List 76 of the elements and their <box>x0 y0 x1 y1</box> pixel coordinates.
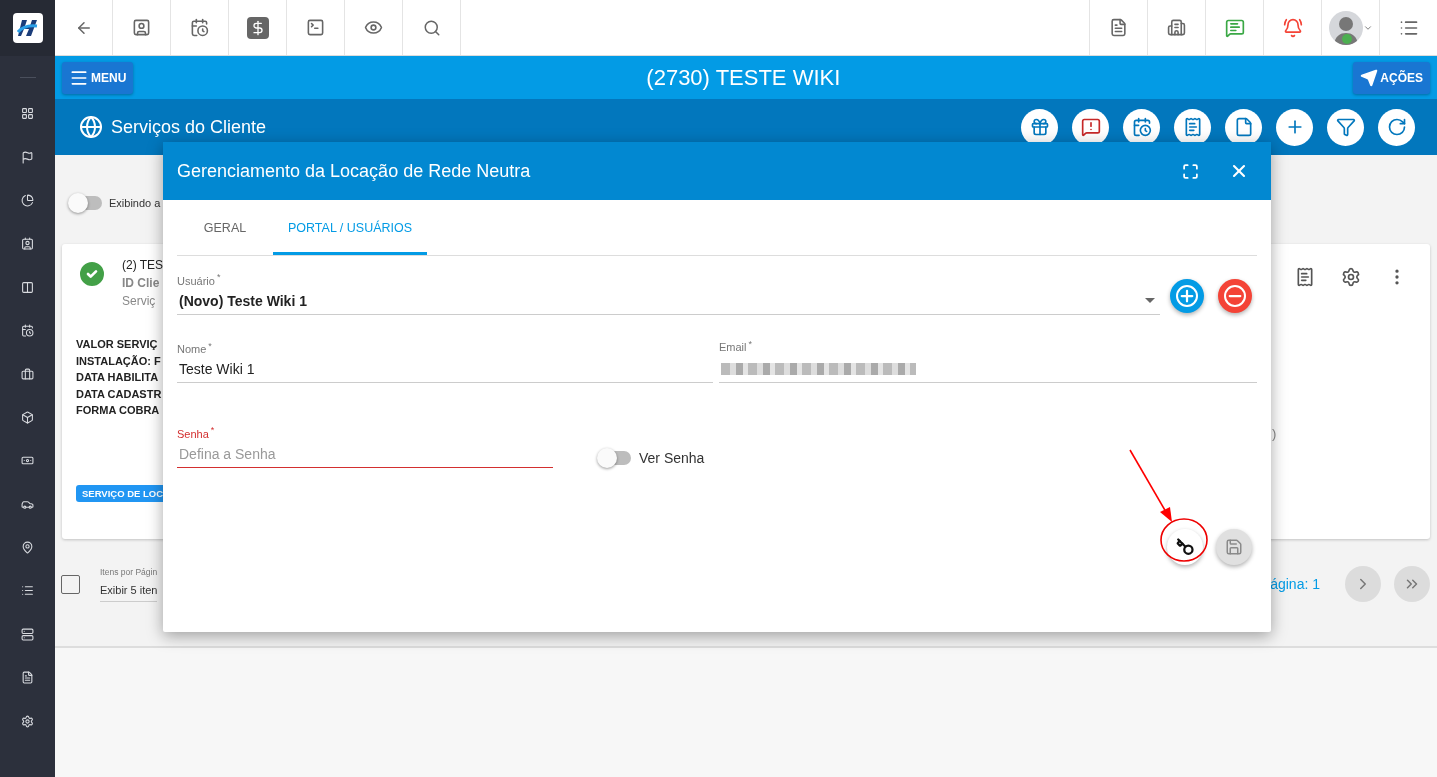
key-button[interactable] <box>1167 528 1203 565</box>
sidebar-nav-icon[interactable] <box>21 410 34 424</box>
eye-icon[interactable] <box>364 18 383 37</box>
refresh-icon <box>1386 117 1407 137</box>
gift-icon <box>1029 117 1050 137</box>
annotation-circle <box>1160 518 1208 562</box>
toolbar-round-button[interactable] <box>1327 108 1364 146</box>
sidebar-nav-icon[interactable] <box>21 584 34 598</box>
app-logo[interactable] <box>12 13 43 43</box>
sidebar-nav-icon[interactable] <box>21 280 34 294</box>
plus-circle-icon <box>1176 284 1198 307</box>
sidebar-nav-icon[interactable] <box>21 367 34 381</box>
add-user-button[interactable] <box>1170 278 1204 313</box>
select-all-checkbox[interactable] <box>61 574 80 594</box>
remove-user-button[interactable] <box>1218 278 1252 313</box>
name-field[interactable]: Nome$^{*}$ Teste Wiki 1 <box>177 340 713 384</box>
document-icon[interactable] <box>1295 267 1315 287</box>
calendar-clock-icon <box>1131 117 1152 137</box>
tab[interactable]: GERAL <box>177 203 273 255</box>
tab[interactable]: PORTAL / USUÁRIOS <box>273 203 428 255</box>
card-detail: FORMA COBRA <box>76 403 161 418</box>
sidebar-nav-icon[interactable] <box>21 193 34 207</box>
card-detail: INSTALAÇÃO: F <box>76 353 162 369</box>
card-id: ID Clie <box>122 276 161 290</box>
sidebar-nav-icon[interactable] <box>21 107 34 121</box>
items-per-page-select[interactable]: Exibir 5 iten <box>100 582 158 602</box>
card-title: (2) TES <box>122 258 164 272</box>
calendar-clock-icon[interactable] <box>190 18 209 37</box>
key-icon <box>1176 537 1194 556</box>
contact-card-icon[interactable] <box>132 18 151 37</box>
dropdown-caret-icon[interactable] <box>1145 298 1155 304</box>
card-text-fragment: ) <box>1272 426 1277 441</box>
sidebar-nav-icon[interactable] <box>21 237 34 251</box>
modal-title: Gerenciamento da Locação de Rede Neutra <box>177 160 532 182</box>
settings-icon[interactable] <box>1341 267 1361 287</box>
filter-icon <box>1335 117 1356 137</box>
sidebar-nav-icon[interactable] <box>21 627 34 641</box>
filter-toggle[interactable] <box>70 196 102 210</box>
user-select[interactable]: Usuário$^{*}$ (Novo) Teste Wiki 1 <box>177 272 1160 315</box>
globe-icon <box>79 115 103 139</box>
sidebar-nav-icon[interactable] <box>21 541 34 555</box>
receipt-icon <box>1182 117 1203 137</box>
toolbar-round-button[interactable] <box>1276 108 1313 146</box>
card-service: Serviç <box>122 294 157 308</box>
email-field[interactable]: Email$^{*}$ <box>719 338 1257 384</box>
alert-message-icon <box>1080 117 1101 137</box>
menu-button[interactable]: MENU <box>62 61 134 94</box>
page-title: (2730) TESTE WIKI <box>646 64 841 91</box>
page-indicator: ágina: 1 <box>1270 576 1320 592</box>
search-icon[interactable] <box>422 18 441 37</box>
card-detail: DATA HABILITA <box>76 370 160 385</box>
terminal-icon[interactable] <box>306 18 325 37</box>
toggle-label: Ver Senha <box>639 449 705 466</box>
sidebar-nav-icon[interactable] <box>21 714 34 728</box>
last-page-button[interactable] <box>1394 566 1430 602</box>
actions-button[interactable]: AÇÕES <box>1353 61 1430 94</box>
section-title: Serviços do Cliente <box>111 116 268 138</box>
toolbar-round-button[interactable] <box>1378 108 1415 146</box>
show-password-toggle[interactable] <box>599 450 631 465</box>
save-icon <box>1225 537 1243 556</box>
send-icon <box>1360 68 1379 87</box>
bell-icon[interactable] <box>1282 17 1303 38</box>
card-detail: VALOR SERVIÇ <box>76 337 159 352</box>
password-field[interactable]: Defina a Senha <box>177 445 553 468</box>
sidebar-nav-icon[interactable] <box>21 324 34 338</box>
minus-circle-icon <box>1224 284 1246 307</box>
toggle-label: Exibindo a <box>109 197 161 209</box>
user-avatar[interactable] <box>1328 10 1363 45</box>
items-per-page-label: Itens por Págin <box>100 566 158 577</box>
sidebar-nav-icon[interactable] <box>21 150 34 164</box>
password-label: Senha$^{*}$ <box>177 425 216 440</box>
maximize-icon[interactable] <box>1182 162 1199 180</box>
sidebar-nav-icon[interactable] <box>21 671 34 685</box>
building-icon[interactable] <box>1167 18 1186 37</box>
card-detail: DATA CADASTR <box>76 386 163 402</box>
dollar-icon[interactable] <box>246 16 269 39</box>
